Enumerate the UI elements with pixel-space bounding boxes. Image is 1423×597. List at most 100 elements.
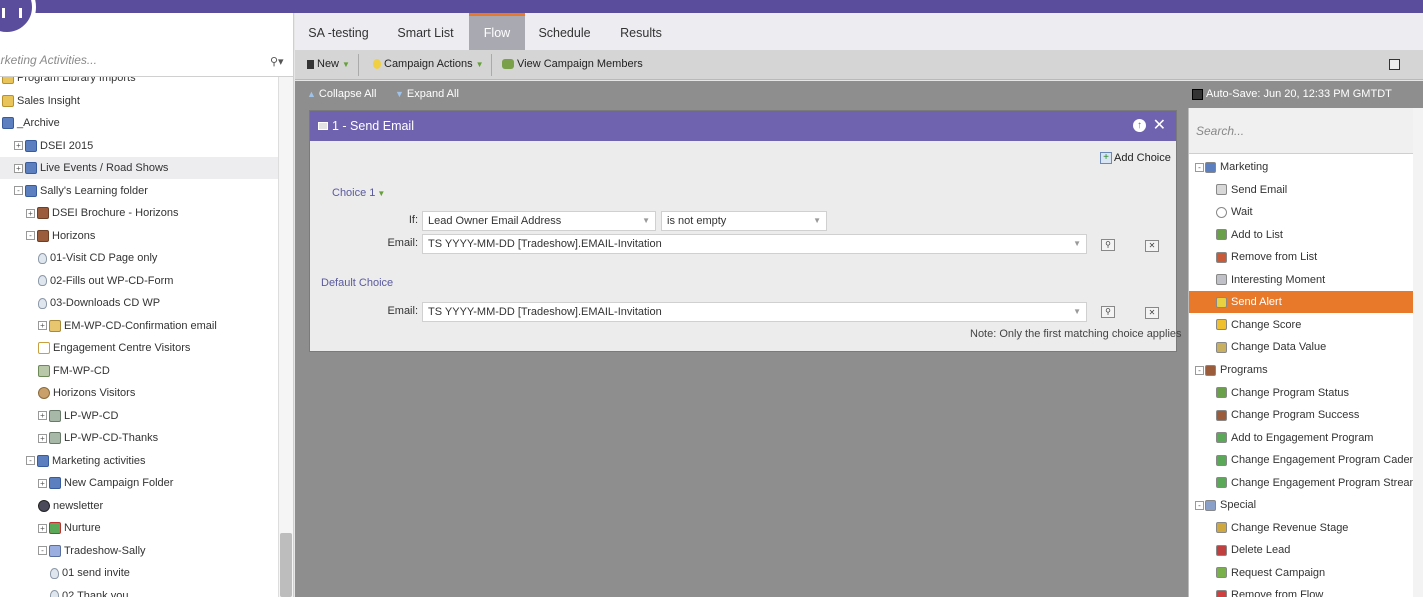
tree-item[interactable]: 01 send invite bbox=[50, 562, 130, 584]
flow-action-item[interactable]: Delete Lead bbox=[1189, 539, 1413, 561]
tab-results[interactable]: Results bbox=[604, 13, 678, 50]
flow-action-item[interactable]: Change Engagement Program Cadence bbox=[1189, 449, 1413, 471]
expand-node-icon[interactable]: + bbox=[38, 411, 47, 421]
program-icon bbox=[37, 454, 49, 467]
collapse-node-icon[interactable]: - bbox=[26, 456, 35, 466]
flow-action-item[interactable]: Add to Engagement Program bbox=[1189, 427, 1413, 449]
collapse-group-icon[interactable]: - bbox=[1195, 162, 1204, 172]
tree-item-label: DSEI 2015 bbox=[40, 139, 94, 152]
tree-item[interactable]: + LP-WP-CD bbox=[38, 405, 118, 427]
flow-action-item[interactable]: Interesting Moment bbox=[1189, 269, 1413, 291]
tree-item[interactable]: - Marketing activities bbox=[26, 450, 146, 472]
tree-item[interactable]: Horizons Visitors bbox=[38, 382, 135, 404]
flow-action-item[interactable]: Send Email bbox=[1189, 179, 1413, 201]
flow-action-item[interactable]: Change Engagement Program Stream bbox=[1189, 472, 1413, 494]
expand-all-button[interactable]: ▼ Expand All bbox=[395, 81, 459, 108]
flow-actions-search[interactable]: Search... bbox=[1189, 108, 1413, 154]
tree-item[interactable]: - Tradeshow-Sally bbox=[38, 540, 146, 562]
flow-action-item[interactable]: Send Alert bbox=[1189, 291, 1413, 314]
tree-item[interactable]: newsletter bbox=[38, 495, 103, 517]
flow-action-item[interactable]: Request Campaign bbox=[1189, 562, 1413, 584]
flow-action-item[interactable]: Change Program Success bbox=[1189, 404, 1413, 426]
tree-item[interactable]: 02 Thank you bbox=[50, 585, 128, 597]
search-options-icon[interactable]: ⚲▾ bbox=[270, 55, 288, 69]
tree-item[interactable]: FM-WP-CD bbox=[38, 360, 110, 382]
tab-sa-testing[interactable]: SA -testing bbox=[295, 13, 382, 50]
tree-scrollbar[interactable] bbox=[278, 77, 293, 597]
flow-action-item[interactable]: Change Revenue Stage bbox=[1189, 517, 1413, 539]
expand-node-icon[interactable]: + bbox=[38, 321, 47, 331]
collapse-node-icon[interactable]: - bbox=[38, 546, 47, 556]
star-icon bbox=[1216, 319, 1227, 331]
flow-action-item[interactable]: Remove from List bbox=[1189, 246, 1413, 268]
preview-email-icon[interactable]: ⚲ bbox=[1101, 239, 1115, 251]
expand-node-icon[interactable]: + bbox=[38, 433, 47, 443]
view-campaign-members-button[interactable]: View Campaign Members bbox=[502, 50, 643, 80]
tree-item-label: Engagement Centre Visitors bbox=[53, 342, 191, 354]
collapse-node-icon[interactable]: - bbox=[14, 186, 23, 196]
tree-item[interactable]: + Nurture bbox=[38, 517, 101, 539]
flow-action-item[interactable]: Change Data Value bbox=[1189, 336, 1413, 358]
restore-window-icon[interactable] bbox=[1389, 59, 1400, 70]
collapse-group-icon[interactable]: - bbox=[1195, 365, 1204, 375]
tree-item[interactable]: + Live Events / Road Shows bbox=[0, 157, 278, 179]
tree-item[interactable]: Sales Insight bbox=[2, 90, 80, 112]
flow-step-header[interactable]: 1 - Send Email ↑ ✕ bbox=[310, 111, 1176, 141]
expand-node-icon[interactable]: + bbox=[14, 141, 23, 151]
tree-item[interactable]: + New Campaign Folder bbox=[38, 472, 173, 494]
condition-field-select[interactable]: Lead Owner Email Address ▼ bbox=[422, 211, 656, 231]
choice-1-label[interactable]: Choice 1 ▼ bbox=[332, 187, 385, 199]
chevron-down-icon: ▼ bbox=[377, 189, 386, 198]
tree-item[interactable]: + LP-WP-CD-Thanks bbox=[38, 427, 158, 449]
expand-node-icon[interactable]: + bbox=[14, 163, 23, 173]
expand-node-icon[interactable]: + bbox=[26, 208, 35, 218]
delete-choice-icon[interactable]: ✕ bbox=[1145, 240, 1159, 252]
chevron-down-icon: ▼ bbox=[1073, 239, 1081, 248]
flow-action-item[interactable]: Change Score bbox=[1189, 314, 1413, 336]
tree-item[interactable]: 03-Downloads CD WP bbox=[38, 292, 160, 314]
condition-operator-select[interactable]: is not empty ▼ bbox=[661, 211, 827, 231]
delete-default-icon[interactable]: ✕ bbox=[1145, 307, 1159, 319]
tree-scrollbar-thumb[interactable] bbox=[280, 533, 292, 597]
flow-action-group[interactable]: - Special bbox=[1189, 494, 1413, 516]
flow-action-item[interactable]: Wait bbox=[1189, 201, 1413, 223]
collapse-all-button[interactable]: ▲ Collapse All bbox=[307, 81, 376, 108]
tree-item[interactable]: + DSEI 2015 bbox=[14, 135, 93, 157]
data-value-icon bbox=[1216, 341, 1227, 353]
tree-item[interactable]: _Archive bbox=[2, 112, 60, 134]
tree-item[interactable]: Program Library Imports bbox=[2, 77, 136, 89]
tree-item[interactable]: 01-Visit CD Page only bbox=[38, 247, 157, 269]
flow-action-group[interactable]: - Marketing bbox=[1189, 156, 1413, 178]
preview-email-icon[interactable]: ⚲ bbox=[1101, 306, 1115, 318]
flow-action-item[interactable]: Remove from Flow bbox=[1189, 584, 1413, 597]
tree-item[interactable]: - Sally's Learning folder bbox=[14, 180, 148, 202]
tab-smart-list[interactable]: Smart List bbox=[383, 13, 468, 50]
tab-flow[interactable]: Flow bbox=[469, 13, 525, 50]
new-button[interactable]: New ▼ bbox=[307, 50, 350, 80]
add-choice-button[interactable]: + Add Choice bbox=[1100, 152, 1171, 165]
choice-1-email-select[interactable]: TS YYYY-MM-DD [Tradeshow].EMAIL-Invitati… bbox=[422, 234, 1087, 254]
move-up-icon[interactable]: ↑ bbox=[1133, 119, 1146, 132]
revenue-stage-icon bbox=[1216, 522, 1227, 534]
tree-item[interactable]: + EM-WP-CD-Confirmation email bbox=[38, 315, 217, 337]
campaign-actions-button[interactable]: Campaign Actions ▼ bbox=[373, 50, 484, 80]
default-email-select[interactable]: TS YYYY-MM-DD [Tradeshow].EMAIL-Invitati… bbox=[422, 302, 1087, 322]
new-icon bbox=[307, 59, 314, 69]
flow-action-group[interactable]: - Programs bbox=[1189, 359, 1413, 381]
tree-item[interactable]: Engagement Centre Visitors bbox=[38, 337, 190, 359]
tree-item[interactable]: + DSEI Brochure - Horizons bbox=[26, 202, 179, 224]
collapse-node-icon[interactable]: - bbox=[26, 231, 35, 241]
collapse-group-icon[interactable]: - bbox=[1195, 500, 1204, 510]
expand-node-icon[interactable]: + bbox=[38, 478, 47, 488]
tree-item[interactable]: - Horizons bbox=[26, 225, 95, 247]
tree-item[interactable]: 02-Fills out WP-CD-Form bbox=[38, 270, 173, 292]
close-icon[interactable]: ✕ bbox=[1153, 111, 1166, 141]
delete-lead-icon bbox=[1216, 544, 1227, 556]
tab-schedule[interactable]: Schedule bbox=[526, 13, 603, 50]
flow-action-item[interactable]: Change Program Status bbox=[1189, 382, 1413, 404]
chevron-down-icon: ▼ bbox=[813, 216, 821, 225]
tree-search-box[interactable]: arketing Activities... ⚲▾ bbox=[0, 13, 293, 77]
flow-action-item[interactable]: Add to List bbox=[1189, 224, 1413, 246]
tree-item-label: DSEI Brochure - Horizons bbox=[52, 207, 179, 219]
expand-node-icon[interactable]: + bbox=[38, 523, 47, 533]
